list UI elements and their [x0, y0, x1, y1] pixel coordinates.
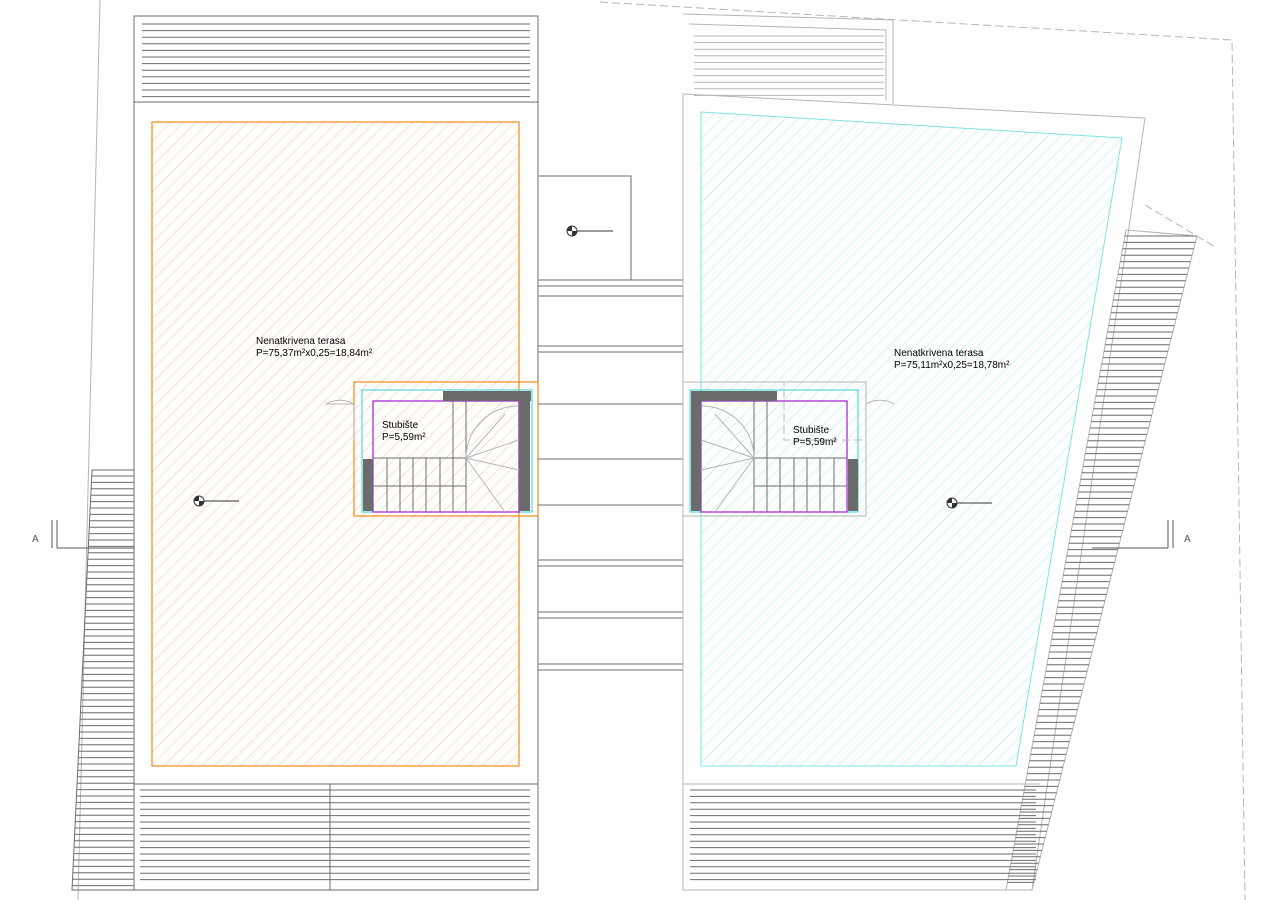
- right-terrace-area: P=75,11m²x0,25=18,78m²: [894, 360, 1010, 371]
- right-terrace-zone: [700, 111, 1123, 767]
- left-terrace-area: P=75,37m²x0,25=18,84m²: [256, 348, 373, 359]
- left-stair-name: Stubište: [382, 420, 419, 431]
- right-stair-name: Stubište: [793, 425, 830, 436]
- left-terrace-name: Nenatkrivena terasa: [256, 336, 346, 347]
- left-stair-area: P=5,59m²: [382, 432, 426, 443]
- left-bottom-deck: [133, 783, 539, 891]
- right-terrace-name: Nenatkrivena terasa: [894, 348, 984, 359]
- section-label-left: A: [32, 534, 39, 545]
- floor-plan-drawing: Stubište P=5,59m² Nenatkrivena terasa P=…: [32, 0, 1246, 900]
- central-corridor: [537, 175, 683, 671]
- right-stair-area: P=5,59m²: [793, 437, 837, 448]
- left-terrace-zone: [151, 121, 520, 767]
- left-top-deck: [133, 15, 539, 103]
- corridor-level-marker-icon: [566, 225, 613, 237]
- left-side-deck: [71, 469, 135, 891]
- right-top-deck: [682, 13, 894, 104]
- section-label-right: A: [1184, 534, 1191, 545]
- right-bottom-deck: [683, 783, 1040, 881]
